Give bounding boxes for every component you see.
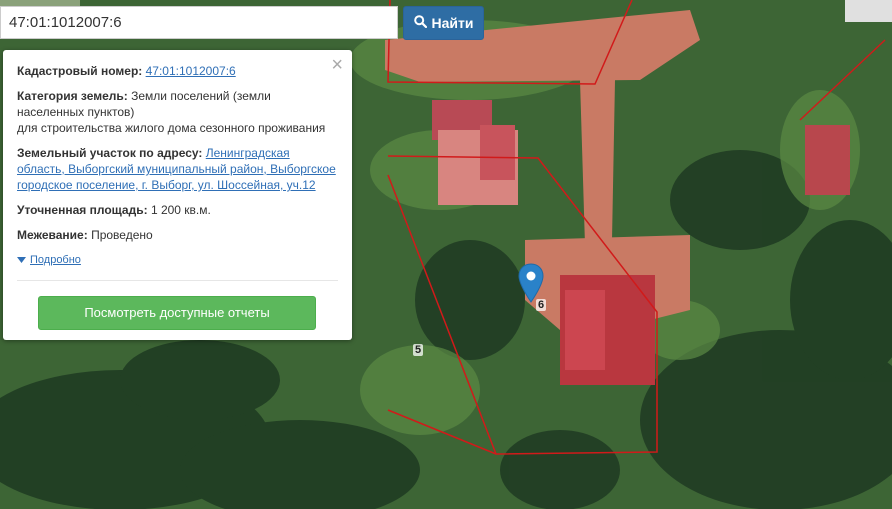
caret-down-icon xyxy=(17,252,26,268)
area-row: Уточненная площадь: 1 200 кв.м. xyxy=(17,202,338,218)
land-purpose-value: для строительства жилого дома сезонного … xyxy=(17,121,326,135)
survey-label: Межевание: xyxy=(17,228,88,242)
cadastral-search-input[interactable] xyxy=(0,6,398,39)
cadastral-number-row: Кадастровый номер: 47:01:1012007:6 xyxy=(17,63,338,79)
cadastral-number-label: Кадастровый номер: xyxy=(17,64,143,78)
address-row: Земельный участок по адресу: Ленинградск… xyxy=(17,145,338,193)
area-value: 1 200 кв.м. xyxy=(150,203,211,217)
close-icon[interactable]: × xyxy=(331,55,343,75)
find-button[interactable]: Найти xyxy=(403,6,484,40)
details-link[interactable]: Подробно xyxy=(30,252,81,268)
map-marker-icon[interactable] xyxy=(518,263,544,306)
parcel-info-popup: × Кадастровый номер: 47:01:1012007:6 Кат… xyxy=(3,50,352,340)
address-label: Земельный участок по адресу: xyxy=(17,146,203,160)
survey-value: Проведено xyxy=(91,228,153,242)
cadastral-number-link[interactable]: 47:01:1012007:6 xyxy=(146,64,236,78)
land-category-label: Категория земель: xyxy=(17,89,128,103)
search-icon xyxy=(413,15,427,31)
survey-row: Межевание: Проведено xyxy=(17,227,338,243)
find-button-label: Найти xyxy=(431,15,474,31)
plot-number-label: 5 xyxy=(413,344,424,356)
land-category-row: Категория земель: Земли поселений (земли… xyxy=(17,88,338,136)
view-reports-button[interactable]: Посмотреть доступные отчеты xyxy=(38,296,316,330)
area-label: Уточненная площадь: xyxy=(17,203,148,217)
divider xyxy=(17,280,338,281)
details-toggle[interactable]: Подробно xyxy=(17,252,338,268)
